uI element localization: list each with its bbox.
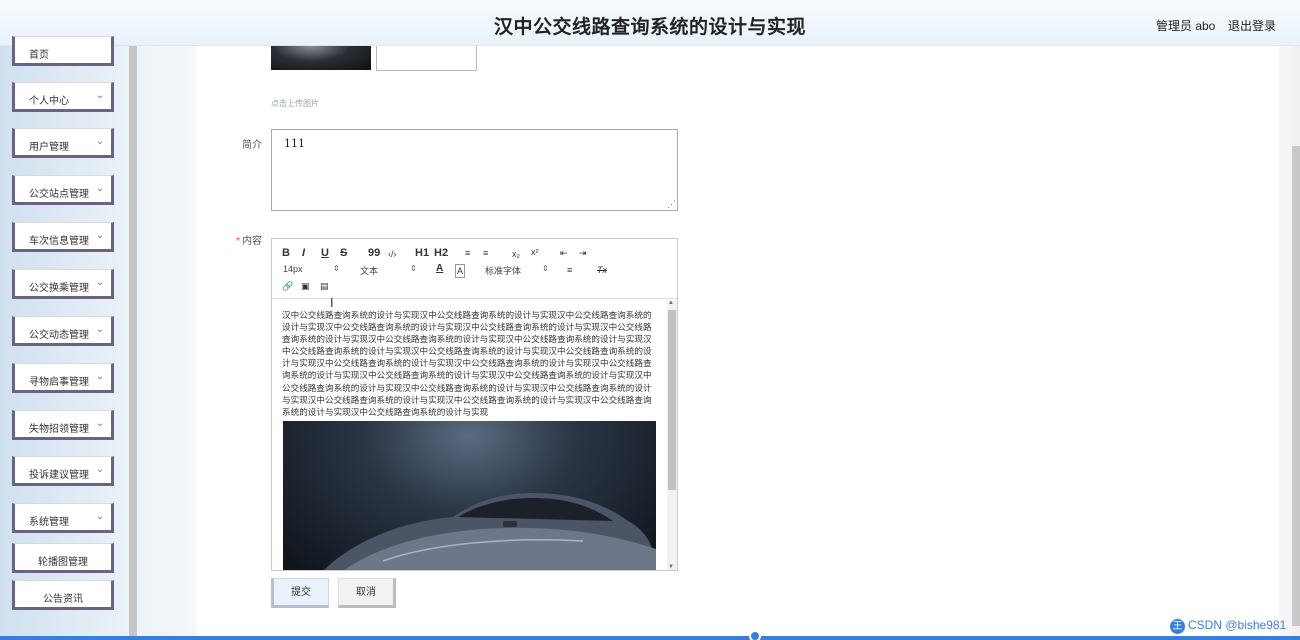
- indent-icon[interactable]: ⇥: [579, 247, 587, 259]
- page-scrollbar-thumb[interactable]: [1292, 146, 1300, 626]
- chevron-down-icon: ⌄: [95, 464, 104, 475]
- sidebar-item-label: 寻物启事管理: [29, 377, 89, 388]
- sidebar-item-label: 投诉建议管理: [29, 470, 89, 481]
- editor-paragraph: 汉中公交线路查询系统的设计与实现汉中公交线路查询系统的设计与实现汉中公交线路查询…: [282, 310, 652, 417]
- scroll-down-icon[interactable]: ▼: [668, 564, 674, 570]
- sidebar-item-complaints-management[interactable]: 投诉建议管理 ⌄: [12, 456, 114, 486]
- editor-scrollbar-thumb[interactable]: [668, 310, 676, 490]
- sidebar-item-found-items-management[interactable]: 失物招领管理 ⌄: [12, 410, 114, 440]
- taskbar-dot: [749, 630, 761, 640]
- strike-button[interactable]: S: [340, 247, 347, 259]
- chevron-down-icon: ⌄: [95, 277, 104, 288]
- sidebar-item-label: 车次信息管理: [29, 236, 89, 247]
- uploaded-image-thumbnail[interactable]: [271, 46, 371, 70]
- sidebar-item-lost-notice-management[interactable]: 寻物启事管理 ⌄: [12, 363, 114, 393]
- ordered-list-icon[interactable]: ≡: [465, 247, 470, 259]
- underline-button[interactable]: U: [321, 247, 329, 259]
- page-title: 汉中公交线路查询系统的设计与实现: [493, 17, 806, 38]
- editor-scrollbar[interactable]: ▲ ▼: [667, 300, 677, 570]
- logout-link[interactable]: 退出登录: [1228, 17, 1276, 34]
- upload-hint: 点击上传图片: [271, 99, 319, 108]
- current-user: 管理员 abo: [1156, 19, 1216, 33]
- sidebar-item-label: 公交换乘管理: [29, 283, 89, 294]
- font-size-select[interactable]: 14px ⇕: [283, 264, 341, 274]
- code-block-button[interactable]: ‹/›: [388, 248, 397, 260]
- image-icon[interactable]: ▣: [301, 280, 310, 292]
- sidebar-scrollbar[interactable]: [129, 46, 137, 640]
- sidebar-item-label: 公告资讯: [43, 594, 83, 605]
- chevron-down-icon: ⌄: [95, 230, 104, 241]
- chevron-down-icon: ⌄: [95, 324, 104, 335]
- bold-button[interactable]: B: [282, 247, 290, 259]
- chevron-down-icon: ⌄: [95, 418, 104, 429]
- intro-label: 简介: [242, 140, 262, 151]
- chevron-down-icon: ⌄: [95, 183, 104, 194]
- editor-toolbar: B I U S 99 ‹/› H1 H2 ≡ ≡ x₂ x² ⇤ ⇥ 14px …: [272, 239, 677, 299]
- sidebar-item-carousel-management[interactable]: 轮播图管理: [12, 543, 114, 573]
- resize-grip-icon[interactable]: ⋰: [667, 201, 676, 210]
- intro-value: 111: [284, 137, 305, 150]
- required-mark: *: [236, 236, 240, 247]
- select-arrow-icon: ⇕: [410, 264, 417, 273]
- background-color-button[interactable]: A: [455, 264, 466, 278]
- submit-button[interactable]: 提交: [271, 578, 329, 608]
- outdent-icon[interactable]: ⇤: [560, 247, 568, 259]
- sidebar-item-label: 用户管理: [29, 142, 69, 153]
- top-header: 汉中公交线路查询系统的设计与实现 管理员 abo 退出登录: [0, 0, 1300, 46]
- upload-image-box[interactable]: [376, 46, 477, 71]
- subscript-button[interactable]: x₂: [512, 248, 520, 260]
- car-illustration: [324, 493, 656, 570]
- sidebar-item-bus-stop-management[interactable]: 公交站点管理 ⌄: [12, 175, 114, 205]
- sidebar-item-label: 公交站点管理: [29, 189, 89, 200]
- sidebar-item-user-management[interactable]: 用户管理 ⌄: [12, 128, 114, 158]
- chevron-down-icon: ⌄: [95, 371, 104, 382]
- video-icon[interactable]: ▤: [320, 280, 329, 292]
- sidebar-item-label: 系统管理: [29, 517, 69, 528]
- sidebar-item-label: 首页: [29, 50, 49, 61]
- sidebar-item-trip-info-management[interactable]: 车次信息管理 ⌄: [12, 222, 114, 252]
- watermark: 王 CSDN @bishe981: [1170, 618, 1286, 634]
- sidebar-item-transfer-management[interactable]: 公交换乘管理 ⌄: [12, 269, 114, 299]
- content-image: [283, 421, 656, 570]
- blockquote-button[interactable]: 99: [368, 247, 380, 259]
- select-arrow-icon: ⇕: [333, 264, 340, 273]
- sidebar-item-bus-dynamics-management[interactable]: 公交动态管理 ⌄: [12, 316, 114, 346]
- sidebar-item-label: 个人中心: [29, 96, 69, 107]
- watermark-badge: 王: [1170, 619, 1185, 634]
- select-arrow-icon: ⇕: [542, 264, 549, 273]
- taskbar-strip: [0, 636, 1300, 640]
- text-color-button[interactable]: A: [436, 263, 443, 275]
- editor-content[interactable]: 汉中公交线路查询系统的设计与实现汉中公交线路查询系统的设计与实现汉中公交线路查询…: [272, 300, 667, 570]
- superscript-button[interactable]: x²: [531, 246, 539, 258]
- text-cursor-icon: Ⅰ: [330, 296, 334, 310]
- sidebar-item-label: 公交动态管理: [29, 330, 89, 341]
- rich-text-editor[interactable]: B I U S 99 ‹/› H1 H2 ≡ ≡ x₂ x² ⇤ ⇥ 14px …: [271, 238, 678, 571]
- sidebar-item-personal-center[interactable]: 个人中心 ⌄: [12, 82, 114, 112]
- intro-textarea[interactable]: 111 ⋰: [271, 129, 678, 211]
- page-scrollbar[interactable]: [1292, 46, 1300, 640]
- italic-button[interactable]: I: [302, 247, 305, 259]
- cancel-button[interactable]: 取消: [338, 578, 396, 608]
- font-family-select[interactable]: 标准字体 ⇕: [485, 264, 553, 277]
- watermark-text: CSDN @bishe981: [1188, 618, 1287, 632]
- align-icon[interactable]: ≡: [567, 264, 572, 276]
- sidebar-item-home[interactable]: 首页: [12, 36, 114, 66]
- sidebar-item-announcements[interactable]: 公告资讯: [12, 580, 114, 610]
- chevron-down-icon: ⌄: [95, 136, 104, 147]
- content-label: * 内容: [236, 236, 262, 247]
- scroll-up-icon[interactable]: ▲: [668, 300, 674, 306]
- bullet-list-icon[interactable]: ≡: [483, 247, 488, 259]
- sidebar-item-label: 失物招领管理: [29, 424, 89, 435]
- header2-button[interactable]: H2: [434, 247, 448, 259]
- sidebar-item-label: 轮播图管理: [38, 557, 88, 568]
- chevron-down-icon: ⌄: [95, 511, 104, 522]
- chevron-down-icon: ⌄: [95, 90, 104, 101]
- link-icon[interactable]: 🔗: [282, 280, 293, 292]
- header1-button[interactable]: H1: [415, 247, 429, 259]
- sidebar-item-system-management[interactable]: 系统管理 ⌄: [12, 503, 114, 533]
- clean-format-button[interactable]: Tx: [597, 264, 607, 276]
- header-select[interactable]: 文本 ⇕: [360, 264, 418, 277]
